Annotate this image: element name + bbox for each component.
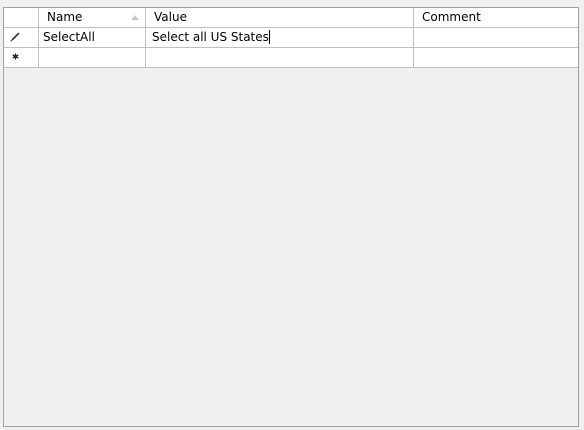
resource-grid: Name Value Comment SelectAll Select all … <box>3 7 579 427</box>
row-header-new[interactable] <box>4 48 39 67</box>
comment-cell[interactable] <box>414 28 575 47</box>
column-header-name-label: Name <box>47 10 83 24</box>
column-header-value-label: Value <box>154 10 187 24</box>
column-header-value[interactable]: Value <box>146 8 414 27</box>
column-header-comment-label: Comment <box>422 10 481 24</box>
new-row[interactable] <box>4 48 578 68</box>
sort-ascending-icon <box>131 15 139 20</box>
text-caret <box>268 30 270 44</box>
table-row[interactable]: SelectAll Select all US States <box>4 28 578 48</box>
row-header-corner[interactable] <box>4 8 39 27</box>
pencil-icon <box>10 32 20 42</box>
new-value-cell[interactable] <box>146 48 414 67</box>
column-header-row: Name Value Comment <box>4 8 578 28</box>
value-cell-text: Select all US States <box>152 30 269 44</box>
new-name-cell[interactable] <box>39 48 146 67</box>
asterisk-icon <box>12 53 19 60</box>
column-header-name[interactable]: Name <box>39 8 146 27</box>
new-comment-cell[interactable] <box>414 48 575 67</box>
name-cell-text: SelectAll <box>43 30 95 44</box>
grid-empty-area[interactable] <box>4 68 578 426</box>
column-header-comment[interactable]: Comment <box>414 8 575 27</box>
row-header-editing[interactable] <box>4 28 39 47</box>
name-cell[interactable]: SelectAll <box>39 28 146 47</box>
value-cell-editing[interactable]: Select all US States <box>146 28 414 47</box>
